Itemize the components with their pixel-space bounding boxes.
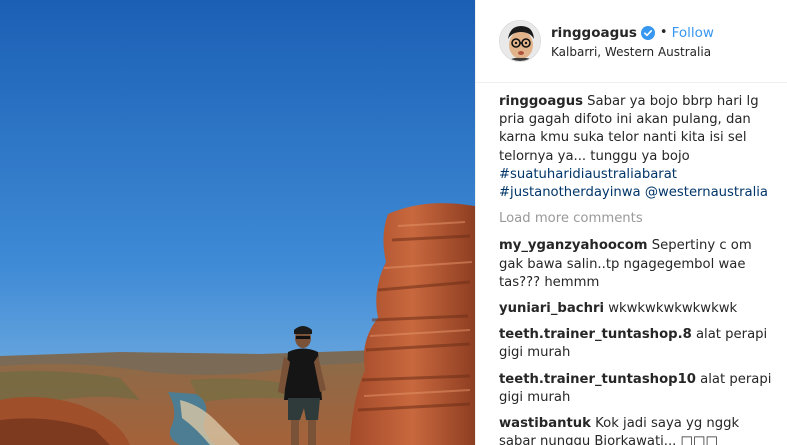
comment-item: teeth.trainer_tuntashop.8 alat perapi gi… <box>499 326 775 362</box>
caption-username[interactable]: ringgoagus <box>499 94 583 109</box>
separator-dot: • <box>659 24 668 40</box>
follow-button[interactable]: Follow <box>672 24 714 42</box>
comment-item: teeth.trainer_tuntashop10 alat perapi gi… <box>499 371 775 407</box>
comments-section: ringgoagus Sabar ya bojo bbrp hari lg pr… <box>476 83 787 445</box>
verified-badge-icon <box>640 25 655 40</box>
comment-username[interactable]: yuniari_bachri <box>499 301 604 316</box>
comment-username[interactable]: my_yganzyahoocom <box>499 238 648 253</box>
hashtag-link[interactable]: #justanotherdayinwa <box>499 185 641 200</box>
location-link[interactable]: Kalbarri, Western Australia <box>551 45 714 59</box>
avatar[interactable] <box>499 20 541 62</box>
avatar-image <box>500 21 540 61</box>
comment-username[interactable]: teeth.trainer_tuntashop10 <box>499 372 696 387</box>
caption: ringgoagus Sabar ya bojo bbrp hari lg pr… <box>499 93 775 202</box>
mention-link[interactable]: @westernaustralia <box>645 185 768 200</box>
hashtag-link[interactable]: #suatuharidiaustraliabarat <box>499 167 677 182</box>
landscape-photo <box>0 0 475 445</box>
post-photo[interactable] <box>0 0 475 445</box>
comment-item: yuniari_bachri wkwkwkwkwkwkwk <box>499 300 775 318</box>
header-username[interactable]: ringgoagus <box>551 24 637 42</box>
comment-item: wastibantuk Kok jadi saya yg nggk sabar … <box>499 415 775 445</box>
instagram-post: ringgoagus • Follow Kalbarri, Western Au… <box>0 0 787 445</box>
post-header: ringgoagus • Follow Kalbarri, Western Au… <box>476 0 787 83</box>
comment-text: wkwkwkwkwkwkwk <box>608 301 738 317</box>
comment-username[interactable]: teeth.trainer_tuntashop.8 <box>499 327 692 342</box>
comment-item: my_yganzyahoocom Sepertiny c om gak bawa… <box>499 237 775 292</box>
comment-username[interactable]: wastibantuk <box>499 416 591 431</box>
post-side-panel: ringgoagus • Follow Kalbarri, Western Au… <box>475 0 787 445</box>
load-more-comments-button[interactable]: Load more comments <box>499 210 775 228</box>
